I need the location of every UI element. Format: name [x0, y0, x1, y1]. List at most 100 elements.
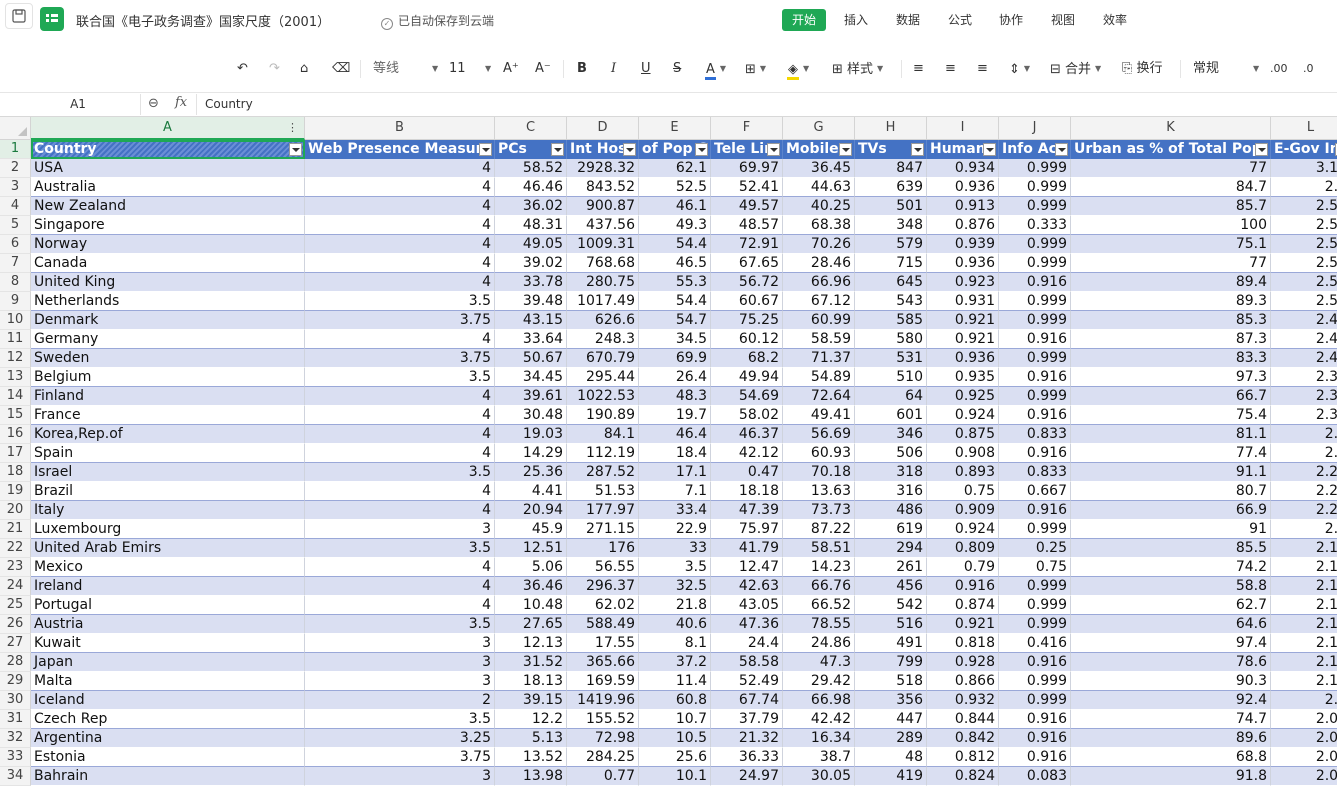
table-cell[interactable]: 4	[305, 178, 495, 197]
table-cell[interactable]: 4	[305, 197, 495, 216]
table-cell[interactable]: 0.876	[927, 216, 999, 235]
column-header-g[interactable]: G	[783, 117, 855, 140]
table-cell[interactable]: 18.13	[495, 672, 567, 691]
menu-collaborate[interactable]: 协作	[999, 9, 1023, 31]
table-cell[interactable]: 60.99	[783, 311, 855, 330]
table-cell[interactable]: 60.8	[639, 691, 711, 710]
table-cell[interactable]: 2.47	[1271, 311, 1337, 330]
table-cell[interactable]: 0.939	[927, 235, 999, 254]
table-cell[interactable]: 72.64	[783, 387, 855, 406]
table-cell[interactable]: 66.98	[783, 691, 855, 710]
column-header-j[interactable]: J	[999, 117, 1071, 140]
table-cell[interactable]: 0.909	[927, 501, 999, 520]
table-cell[interactable]: 0.999	[999, 254, 1071, 273]
table-cell[interactable]: 48.31	[495, 216, 567, 235]
table-cell[interactable]: 2.12	[1271, 634, 1337, 653]
table-cell[interactable]: 33	[639, 539, 711, 558]
row-header-14[interactable]: 14	[0, 387, 31, 406]
table-cell[interactable]: 74.2	[1071, 558, 1271, 577]
table-cell[interactable]: 72.91	[711, 235, 783, 254]
table-cell[interactable]: 4	[305, 501, 495, 520]
row-header-11[interactable]: 11	[0, 330, 31, 349]
filter-dropdown-icon[interactable]	[911, 143, 924, 156]
table-cell[interactable]: 83.3	[1071, 349, 1271, 368]
table-cell[interactable]: 0.925	[927, 387, 999, 406]
table-cell[interactable]: 50.67	[495, 349, 567, 368]
table-cell[interactable]: Luxembourg	[31, 520, 305, 539]
table-cell[interactable]: 45.9	[495, 520, 567, 539]
table-cell[interactable]: 25.36	[495, 463, 567, 482]
row-header-3[interactable]: 3	[0, 178, 31, 197]
table-cell[interactable]: 0.936	[927, 178, 999, 197]
bold-icon[interactable]: B	[577, 60, 587, 78]
table-cell[interactable]: 0.932	[927, 691, 999, 710]
table-cell[interactable]: 2	[305, 691, 495, 710]
table-cell[interactable]: 0.934	[927, 159, 999, 178]
table-cell[interactable]: 69.97	[711, 159, 783, 178]
table-cell[interactable]: 4	[305, 577, 495, 596]
column-header-k[interactable]: K	[1071, 117, 1271, 140]
row-header-22[interactable]: 22	[0, 539, 31, 558]
table-cell[interactable]: 66.52	[783, 596, 855, 615]
table-cell[interactable]: 91.1	[1071, 463, 1271, 482]
table-cell[interactable]: 77	[1071, 159, 1271, 178]
table-cell[interactable]: 36.46	[495, 577, 567, 596]
align-right-icon[interactable]: ≡	[977, 60, 988, 78]
table-cell[interactable]: 2.16	[1271, 577, 1337, 596]
table-cell[interactable]: 54.7	[639, 311, 711, 330]
table-cell[interactable]: 92.4	[1071, 691, 1271, 710]
merge-button[interactable]: ⊟ 合并 ▼	[1050, 60, 1101, 78]
menu-insert[interactable]: 插入	[844, 9, 868, 31]
table-cell[interactable]: 18.18	[711, 482, 783, 501]
table-cell[interactable]: 2.11	[1271, 672, 1337, 691]
table-cell[interactable]: 89.4	[1071, 273, 1271, 292]
table-cell[interactable]: 177.97	[567, 501, 639, 520]
clear-format-icon[interactable]: ⌫	[332, 60, 350, 78]
table-cell[interactable]: 4	[305, 425, 495, 444]
table-cell[interactable]: 619	[855, 520, 927, 539]
table-cell[interactable]: 271.15	[567, 520, 639, 539]
table-cell[interactable]: 64.6	[1071, 615, 1271, 634]
table-cell[interactable]: 97.4	[1071, 634, 1271, 653]
table-cell[interactable]: 66.96	[783, 273, 855, 292]
table-cell[interactable]: 318	[855, 463, 927, 482]
table-cell[interactable]: 73.73	[783, 501, 855, 520]
table-cell[interactable]: 8.1	[639, 634, 711, 653]
table-cell[interactable]: 0.999	[999, 311, 1071, 330]
table-cell[interactable]: 3.75	[305, 748, 495, 767]
table-cell[interactable]: 55.3	[639, 273, 711, 292]
table-cell[interactable]: 4	[305, 558, 495, 577]
table-cell[interactable]: 47.39	[711, 501, 783, 520]
row-header-8[interactable]: 8	[0, 273, 31, 292]
table-cell[interactable]: 10.48	[495, 596, 567, 615]
table-cell[interactable]: 48.57	[711, 216, 783, 235]
fx-icon[interactable]: fx	[175, 95, 187, 110]
table-cell[interactable]: 89.6	[1071, 729, 1271, 748]
table-header-cell[interactable]: E-Gov In	[1271, 140, 1337, 159]
table-cell[interactable]: 0.931	[927, 292, 999, 311]
select-all-corner[interactable]	[0, 117, 31, 140]
table-cell[interactable]: 27.65	[495, 615, 567, 634]
table-cell[interactable]: 20.94	[495, 501, 567, 520]
table-cell[interactable]: 2.45	[1271, 349, 1337, 368]
table-cell[interactable]: 84.7	[1071, 178, 1271, 197]
table-cell[interactable]: 10.7	[639, 710, 711, 729]
row-header-16[interactable]: 16	[0, 425, 31, 444]
decimal-increase-icon[interactable]: .00	[1270, 60, 1288, 78]
row-header-4[interactable]: 4	[0, 197, 31, 216]
undo-icon[interactable]: ↶	[237, 60, 248, 78]
format-painter-icon[interactable]: ⌂	[300, 60, 308, 78]
table-cell[interactable]: 0.908	[927, 444, 999, 463]
table-cell[interactable]: 39.48	[495, 292, 567, 311]
table-cell[interactable]: 715	[855, 254, 927, 273]
table-cell[interactable]: 56.72	[711, 273, 783, 292]
row-header-6[interactable]: 6	[0, 235, 31, 254]
table-cell[interactable]: 14.23	[783, 558, 855, 577]
table-cell[interactable]: 85.5	[1071, 539, 1271, 558]
table-cell[interactable]: 49.94	[711, 368, 783, 387]
table-cell[interactable]: 588.49	[567, 615, 639, 634]
table-cell[interactable]: 0.824	[927, 767, 999, 786]
table-cell[interactable]: 0.818	[927, 634, 999, 653]
table-cell[interactable]: 0.844	[927, 710, 999, 729]
table-header-cell[interactable]: Web Presence Measure	[305, 140, 495, 159]
